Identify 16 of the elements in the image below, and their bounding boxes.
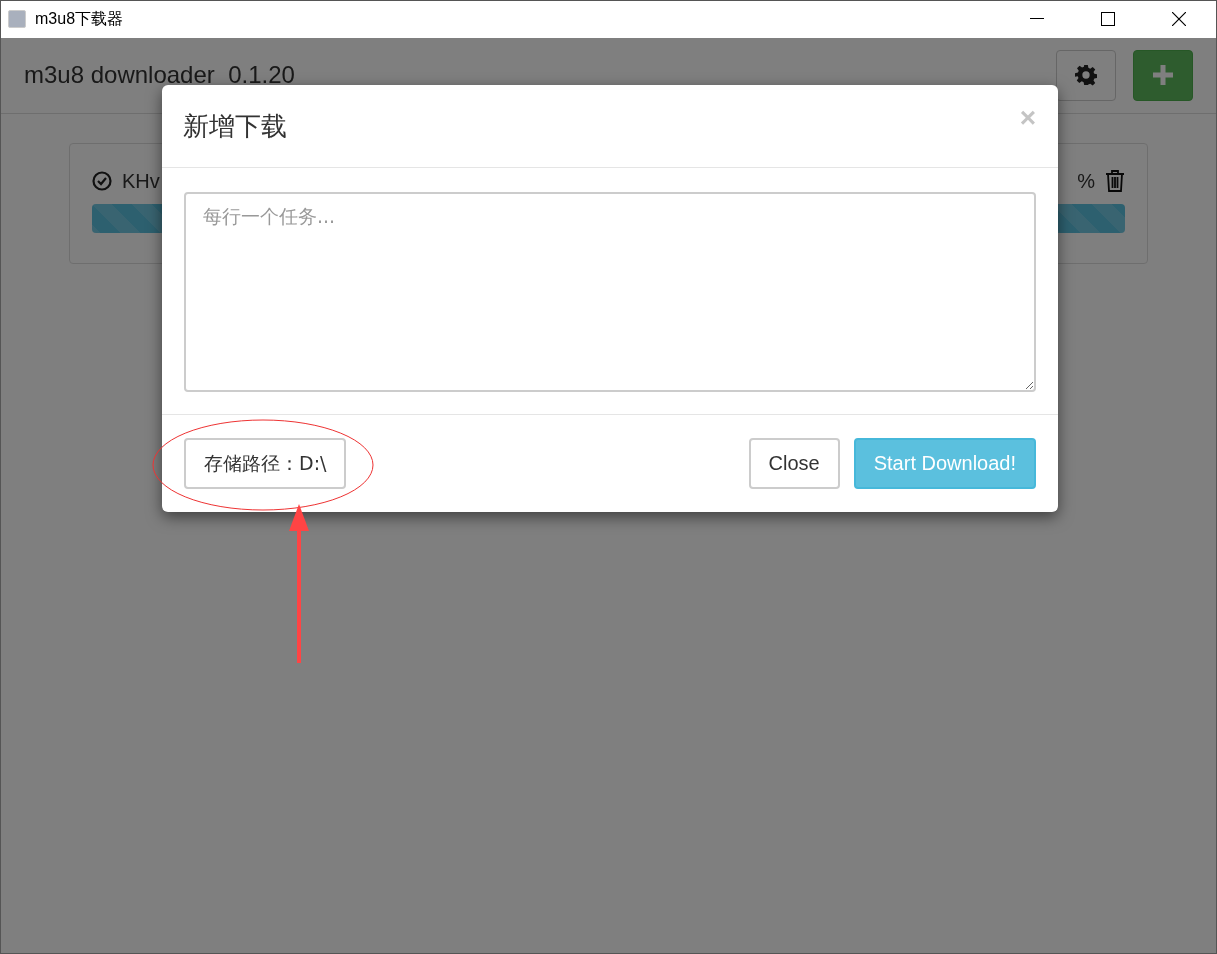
dialog-title: 新增下载 [183, 109, 287, 143]
task-percent: % [1077, 169, 1095, 193]
trash-icon[interactable] [1105, 170, 1125, 192]
close-icon[interactable] [1172, 12, 1186, 26]
task-input-field[interactable]: 每行一个任务... [184, 192, 1036, 392]
close-dialog-button[interactable]: Close [748, 438, 840, 489]
window-title: m3u8下载器 [35, 8, 124, 29]
settings-button[interactable] [1056, 49, 1116, 101]
maximize-icon[interactable] [1101, 12, 1115, 26]
settings-icon [1075, 64, 1097, 86]
save-path-button[interactable]: 存储路径：D:\ [184, 438, 347, 489]
plus-icon [1153, 65, 1173, 85]
app-icon [8, 10, 26, 28]
task-name: KHv [122, 169, 160, 193]
app-title: m3u8 downloader 0.1.20 [24, 61, 295, 89]
minimize-icon[interactable] [1030, 18, 1044, 20]
